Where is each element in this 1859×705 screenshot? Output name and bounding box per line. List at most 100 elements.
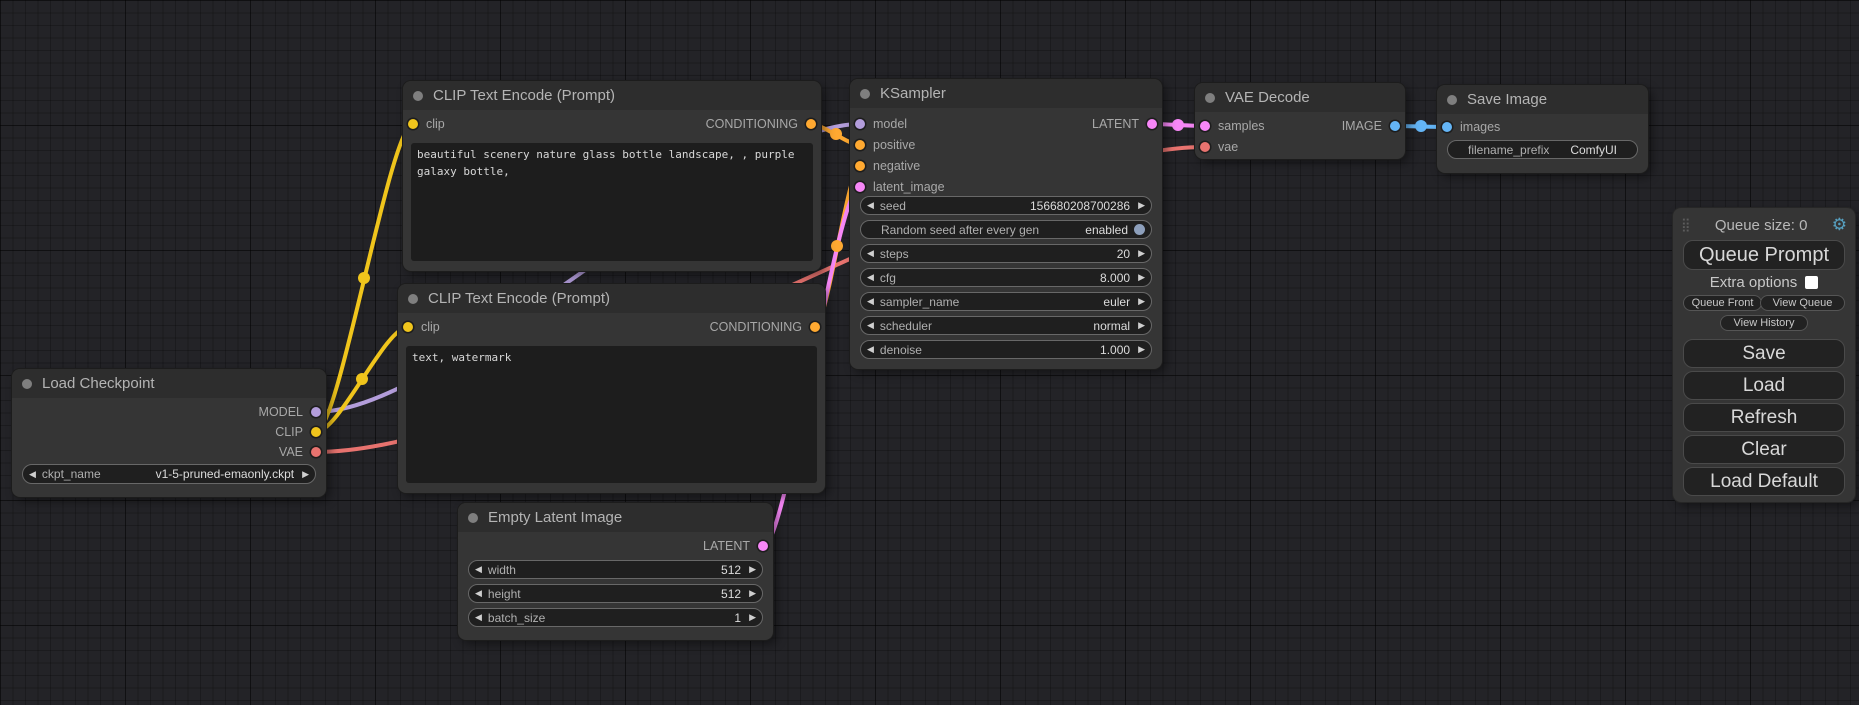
output-slot-image[interactable]: IMAGE [1342, 116, 1400, 136]
decrement-arrow-icon[interactable]: ◀ [867, 248, 874, 259]
node-load-checkpoint[interactable]: Load Checkpoint MODEL CLIP VAE ◀ ckpt_na… [12, 369, 326, 497]
widget-steps[interactable]: ◀ steps 20 ▶ [860, 244, 1152, 263]
collapse-dot-icon[interactable] [408, 294, 418, 304]
decrement-arrow-icon[interactable]: ◀ [475, 564, 482, 575]
link-midpoint-dot[interactable] [831, 240, 843, 252]
latent-port-icon[interactable] [1200, 121, 1210, 131]
widget-filename-prefix[interactable]: filename_prefix ComfyUI [1447, 140, 1638, 159]
load-default-button[interactable]: Load Default [1683, 467, 1845, 496]
node-title-bar[interactable]: Load Checkpoint [12, 369, 326, 398]
increment-arrow-icon[interactable]: ▶ [302, 469, 309, 480]
clip-port-icon[interactable] [311, 427, 321, 437]
increment-arrow-icon[interactable]: ▶ [1138, 200, 1145, 211]
clear-button[interactable]: Clear [1683, 435, 1845, 464]
node-clip-text-encode-negative[interactable]: CLIP Text Encode (Prompt) clip CONDITION… [398, 284, 825, 493]
collapse-dot-icon[interactable] [860, 89, 870, 99]
input-slot-negative[interactable]: negative [855, 156, 920, 176]
node-save-image[interactable]: Save Image images filename_prefix ComfyU… [1437, 85, 1648, 173]
extra-options-checkbox[interactable] [1805, 276, 1818, 289]
clip-port-icon[interactable] [403, 322, 413, 332]
input-slot-clip[interactable]: clip [403, 317, 440, 337]
view-history-button[interactable]: View History [1720, 315, 1808, 331]
link-midpoint-dot[interactable] [1415, 120, 1427, 132]
output-slot-model[interactable]: MODEL [259, 402, 321, 422]
decrement-arrow-icon[interactable]: ◀ [867, 296, 874, 307]
link-midpoint-dot[interactable] [356, 373, 368, 385]
prompt-text-widget[interactable]: beautiful scenery nature glass bottle la… [411, 143, 813, 261]
widget-random-seed-toggle[interactable]: Random seed after every gen enabled [860, 220, 1152, 239]
link-midpoint-dot[interactable] [358, 272, 370, 284]
node-title-bar[interactable]: Save Image [1437, 85, 1648, 114]
widget-sampler-name[interactable]: ◀ sampler_name euler ▶ [860, 292, 1152, 311]
decrement-arrow-icon[interactable]: ◀ [29, 469, 36, 480]
clip-port-icon[interactable] [408, 119, 418, 129]
save-button[interactable]: Save [1683, 339, 1845, 368]
refresh-button[interactable]: Refresh [1683, 403, 1845, 432]
input-slot-images[interactable]: images [1442, 117, 1500, 137]
widget-ckpt-name[interactable]: ◀ ckpt_name v1-5-pruned-emaonly.ckpt ▶ [22, 464, 316, 484]
increment-arrow-icon[interactable]: ▶ [749, 588, 756, 599]
model-port-icon[interactable] [855, 119, 865, 129]
input-slot-latent-image[interactable]: latent_image [855, 177, 945, 197]
conditioning-port-icon[interactable] [855, 161, 865, 171]
input-slot-vae[interactable]: vae [1200, 137, 1238, 157]
collapse-dot-icon[interactable] [22, 379, 32, 389]
increment-arrow-icon[interactable]: ▶ [1138, 248, 1145, 259]
input-slot-model[interactable]: model [855, 114, 907, 134]
collapse-dot-icon[interactable] [1447, 95, 1457, 105]
widget-cfg[interactable]: ◀ cfg 8.000 ▶ [860, 268, 1152, 287]
decrement-arrow-icon[interactable]: ◀ [475, 588, 482, 599]
widget-seed[interactable]: ◀ seed 156680208700286 ▶ [860, 196, 1152, 215]
input-slot-samples[interactable]: samples [1200, 116, 1265, 136]
output-slot-conditioning[interactable]: CONDITIONING [710, 317, 820, 337]
conditioning-port-icon[interactable] [806, 119, 816, 129]
widget-batch-size[interactable]: ◀ batch_size 1 ▶ [468, 608, 763, 627]
latent-port-icon[interactable] [855, 182, 865, 192]
increment-arrow-icon[interactable]: ▶ [1138, 320, 1145, 331]
increment-arrow-icon[interactable]: ▶ [749, 564, 756, 575]
toggle-on-icon[interactable] [1134, 224, 1145, 235]
output-slot-clip[interactable]: CLIP [275, 422, 321, 442]
latent-port-icon[interactable] [1147, 119, 1157, 129]
link-midpoint-dot[interactable] [830, 128, 842, 140]
link-midpoint-dot[interactable] [1172, 119, 1184, 131]
node-title-bar[interactable]: CLIP Text Encode (Prompt) [398, 284, 825, 313]
widget-width[interactable]: ◀ width 512 ▶ [468, 560, 763, 579]
node-vae-decode[interactable]: VAE Decode samples IMAGE vae [1195, 83, 1405, 159]
model-port-icon[interactable] [311, 407, 321, 417]
widget-denoise[interactable]: ◀ denoise 1.000 ▶ [860, 340, 1152, 359]
decrement-arrow-icon[interactable]: ◀ [867, 272, 874, 283]
conditioning-port-icon[interactable] [810, 322, 820, 332]
image-port-icon[interactable] [1390, 121, 1400, 131]
settings-gear-icon[interactable]: ⚙ [1832, 215, 1847, 235]
collapse-dot-icon[interactable] [1205, 93, 1215, 103]
decrement-arrow-icon[interactable]: ◀ [867, 200, 874, 211]
output-slot-conditioning[interactable]: CONDITIONING [706, 114, 816, 134]
view-queue-button[interactable]: View Queue [1760, 295, 1845, 311]
comfyui-canvas[interactable]: { "colors": { "model": "#b39ddb", "clip"… [0, 0, 1859, 705]
decrement-arrow-icon[interactable]: ◀ [867, 320, 874, 331]
output-slot-latent[interactable]: LATENT [1092, 114, 1157, 134]
conditioning-port-icon[interactable] [855, 140, 865, 150]
node-clip-text-encode-positive[interactable]: CLIP Text Encode (Prompt) clip CONDITION… [403, 81, 821, 271]
vae-port-icon[interactable] [311, 447, 321, 457]
node-ksampler[interactable]: KSampler model LATENT positive negative … [850, 79, 1162, 369]
input-slot-clip[interactable]: clip [408, 114, 445, 134]
input-slot-positive[interactable]: positive [855, 135, 915, 155]
increment-arrow-icon[interactable]: ▶ [1138, 344, 1145, 355]
queue-front-button[interactable]: Queue Front [1683, 295, 1762, 311]
decrement-arrow-icon[interactable]: ◀ [475, 612, 482, 623]
node-empty-latent-image[interactable]: Empty Latent Image LATENT ◀ width 512 ▶ … [458, 503, 773, 640]
prompt-text-widget[interactable]: text, watermark [406, 346, 817, 483]
load-button[interactable]: Load [1683, 371, 1845, 400]
node-title-bar[interactable]: Empty Latent Image [458, 503, 773, 532]
increment-arrow-icon[interactable]: ▶ [1138, 296, 1145, 307]
output-slot-latent[interactable]: LATENT [703, 536, 768, 556]
latent-port-icon[interactable] [758, 541, 768, 551]
collapse-dot-icon[interactable] [468, 513, 478, 523]
widget-height[interactable]: ◀ height 512 ▶ [468, 584, 763, 603]
increment-arrow-icon[interactable]: ▶ [749, 612, 756, 623]
vae-port-icon[interactable] [1200, 142, 1210, 152]
drag-handle-icon[interactable]: ⣿ [1681, 217, 1691, 233]
decrement-arrow-icon[interactable]: ◀ [867, 344, 874, 355]
